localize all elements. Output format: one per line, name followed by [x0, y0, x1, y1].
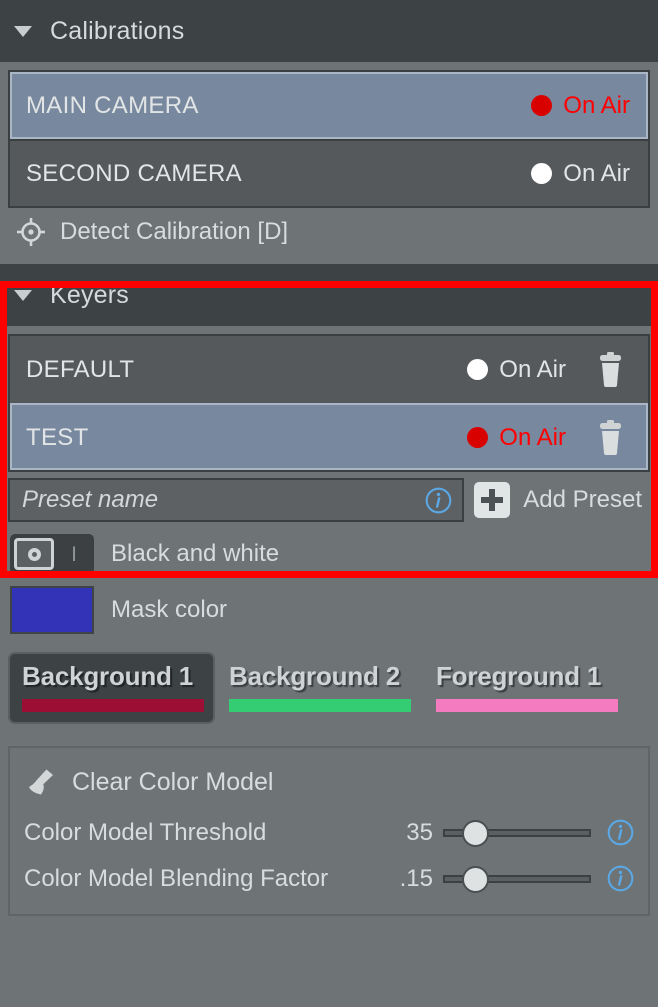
on-air-indicator-icon	[467, 427, 489, 448]
info-circle-icon[interactable]	[607, 819, 634, 846]
preset-name-placeholder: Preset name	[22, 486, 159, 513]
crosshair-target-icon	[17, 218, 45, 246]
trash-icon	[599, 419, 621, 455]
slider-handle[interactable]	[462, 819, 489, 847]
black-and-white-label: Black and white	[111, 540, 280, 567]
keyer-name: TEST	[26, 423, 89, 451]
color-model-threshold-slider[interactable]	[443, 818, 591, 848]
layer-color-bar	[436, 699, 618, 712]
layer-color-bar	[22, 699, 204, 712]
layer-label: Background 1	[22, 661, 193, 691]
color-model-threshold-row: Color Model Threshold 35	[10, 811, 648, 854]
keyers-title: Keyers	[50, 280, 130, 309]
delete-keyer-button[interactable]	[586, 351, 634, 389]
on-air-toggle[interactable]: On Air	[467, 424, 566, 452]
layer-color-bar	[229, 699, 411, 712]
on-air-label: On Air	[563, 159, 630, 187]
clear-color-model-label: Clear Color Model	[72, 767, 274, 796]
color-model-threshold-value: 35	[406, 818, 433, 846]
layer-button-foreground-1[interactable]: Foreground 1	[422, 652, 629, 724]
slider-handle[interactable]	[462, 865, 489, 893]
calibrations-title: Calibrations	[50, 16, 185, 45]
info-circle-icon[interactable]	[607, 865, 634, 892]
triangle-down-icon[interactable]	[14, 289, 32, 301]
black-and-white-toggle-row[interactable]: I Black and white	[10, 534, 658, 574]
table-row[interactable]: DEFAULT On Air	[10, 336, 648, 403]
layer-button-group: Background 1 Background 2 Foreground 1	[8, 652, 658, 724]
add-preset-button[interactable]: Add Preset	[474, 482, 650, 518]
power-off-glyph	[27, 547, 41, 561]
on-air-indicator-icon	[531, 95, 553, 116]
on-air-label: On Air	[499, 355, 566, 383]
detect-calibration-label: Detect Calibration [D]	[60, 218, 289, 245]
mask-color-row[interactable]: Mask color	[10, 586, 658, 634]
black-and-white-toggle[interactable]: I	[10, 534, 94, 574]
color-model-blending-factor-slider[interactable]	[443, 864, 591, 894]
on-air-label: On Air	[563, 91, 630, 119]
color-model-blending-factor-row: Color Model Blending Factor .15	[10, 857, 648, 900]
toggle-off-position-icon	[14, 538, 54, 570]
triangle-down-icon[interactable]	[14, 25, 32, 37]
table-row[interactable]: MAIN CAMERA On Air	[10, 72, 648, 139]
calibration-name: MAIN CAMERA	[26, 91, 199, 119]
on-air-indicator-icon	[467, 359, 489, 380]
plus-square-icon	[474, 482, 511, 518]
preset-name-row: Preset name Add Preset	[8, 478, 650, 522]
on-air-toggle[interactable]: On Air	[531, 160, 630, 188]
table-row[interactable]: TEST On Air	[10, 403, 648, 470]
delete-keyer-button[interactable]	[586, 419, 634, 457]
preset-name-input[interactable]: Preset name	[8, 478, 465, 522]
layer-label: Background 2	[229, 661, 400, 691]
clear-color-model-button[interactable]: Clear Color Model	[10, 756, 648, 808]
info-circle-icon[interactable]	[425, 487, 452, 514]
mask-color-label: Mask color	[111, 596, 228, 623]
layer-label: Foreground 1	[436, 661, 602, 691]
on-air-label: On Air	[499, 423, 566, 451]
color-model-threshold-label: Color Model Threshold	[24, 818, 267, 846]
calibrations-list: MAIN CAMERA On Air SECOND CAMERA On Air	[8, 70, 650, 208]
trash-icon	[599, 351, 621, 387]
color-model-blending-factor-label: Color Model Blending Factor	[24, 864, 329, 892]
broom-icon	[29, 769, 53, 795]
keyer-name: DEFAULT	[26, 355, 135, 383]
on-air-toggle[interactable]: On Air	[467, 356, 566, 384]
add-preset-label: Add Preset	[523, 486, 642, 513]
on-air-indicator-icon	[531, 163, 553, 184]
layer-button-background-1[interactable]: Background 1	[8, 652, 215, 724]
toggle-on-glyph: I	[71, 542, 77, 566]
color-model-blending-factor-value: .15	[399, 864, 433, 892]
keyers-section-header[interactable]: Keyers	[0, 264, 658, 326]
table-row[interactable]: SECOND CAMERA On Air	[10, 139, 648, 206]
color-model-group: Clear Color Model Color Model Threshold …	[8, 746, 650, 916]
mask-color-swatch[interactable]	[10, 586, 94, 634]
on-air-toggle[interactable]: On Air	[531, 92, 630, 120]
detect-calibration-button[interactable]: Detect Calibration [D]	[0, 208, 658, 256]
calibrations-section-header[interactable]: Calibrations	[0, 0, 658, 62]
calibration-name: SECOND CAMERA	[26, 159, 242, 187]
layer-button-background-2[interactable]: Background 2	[215, 652, 422, 724]
keyers-list: DEFAULT On Air TEST On Air	[8, 334, 650, 472]
